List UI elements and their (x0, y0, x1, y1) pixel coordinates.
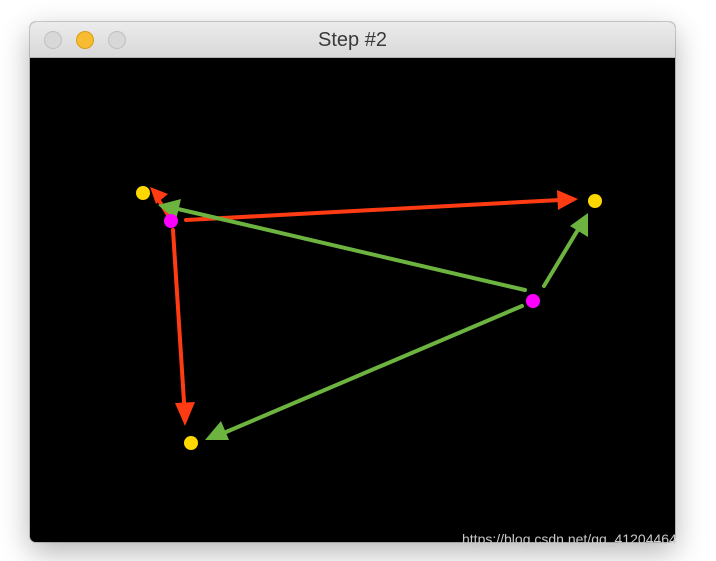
green-arrow-to-yellow-top-right (542, 213, 588, 288)
green-arrow-to-yellow-bottom (205, 304, 524, 440)
render-canvas (30, 58, 675, 542)
yellow-point-bottom (184, 436, 198, 450)
magenta-point-b (526, 294, 540, 308)
title-bar[interactable]: Step #2 (30, 22, 675, 58)
red-arrow-to-yellow-top-right (184, 190, 578, 222)
watermark-text: https://blog.csdn.net/qq_41204464 (462, 531, 677, 547)
app-window: Step #2 (30, 22, 675, 542)
scene-drawing (136, 186, 602, 450)
yellow-point-top-right (588, 194, 602, 208)
yellow-point-top-left (136, 186, 150, 200)
window-title: Step #2 (318, 29, 387, 51)
magenta-point-a (164, 214, 178, 228)
red-arrow-to-yellow-bottom (171, 228, 195, 426)
